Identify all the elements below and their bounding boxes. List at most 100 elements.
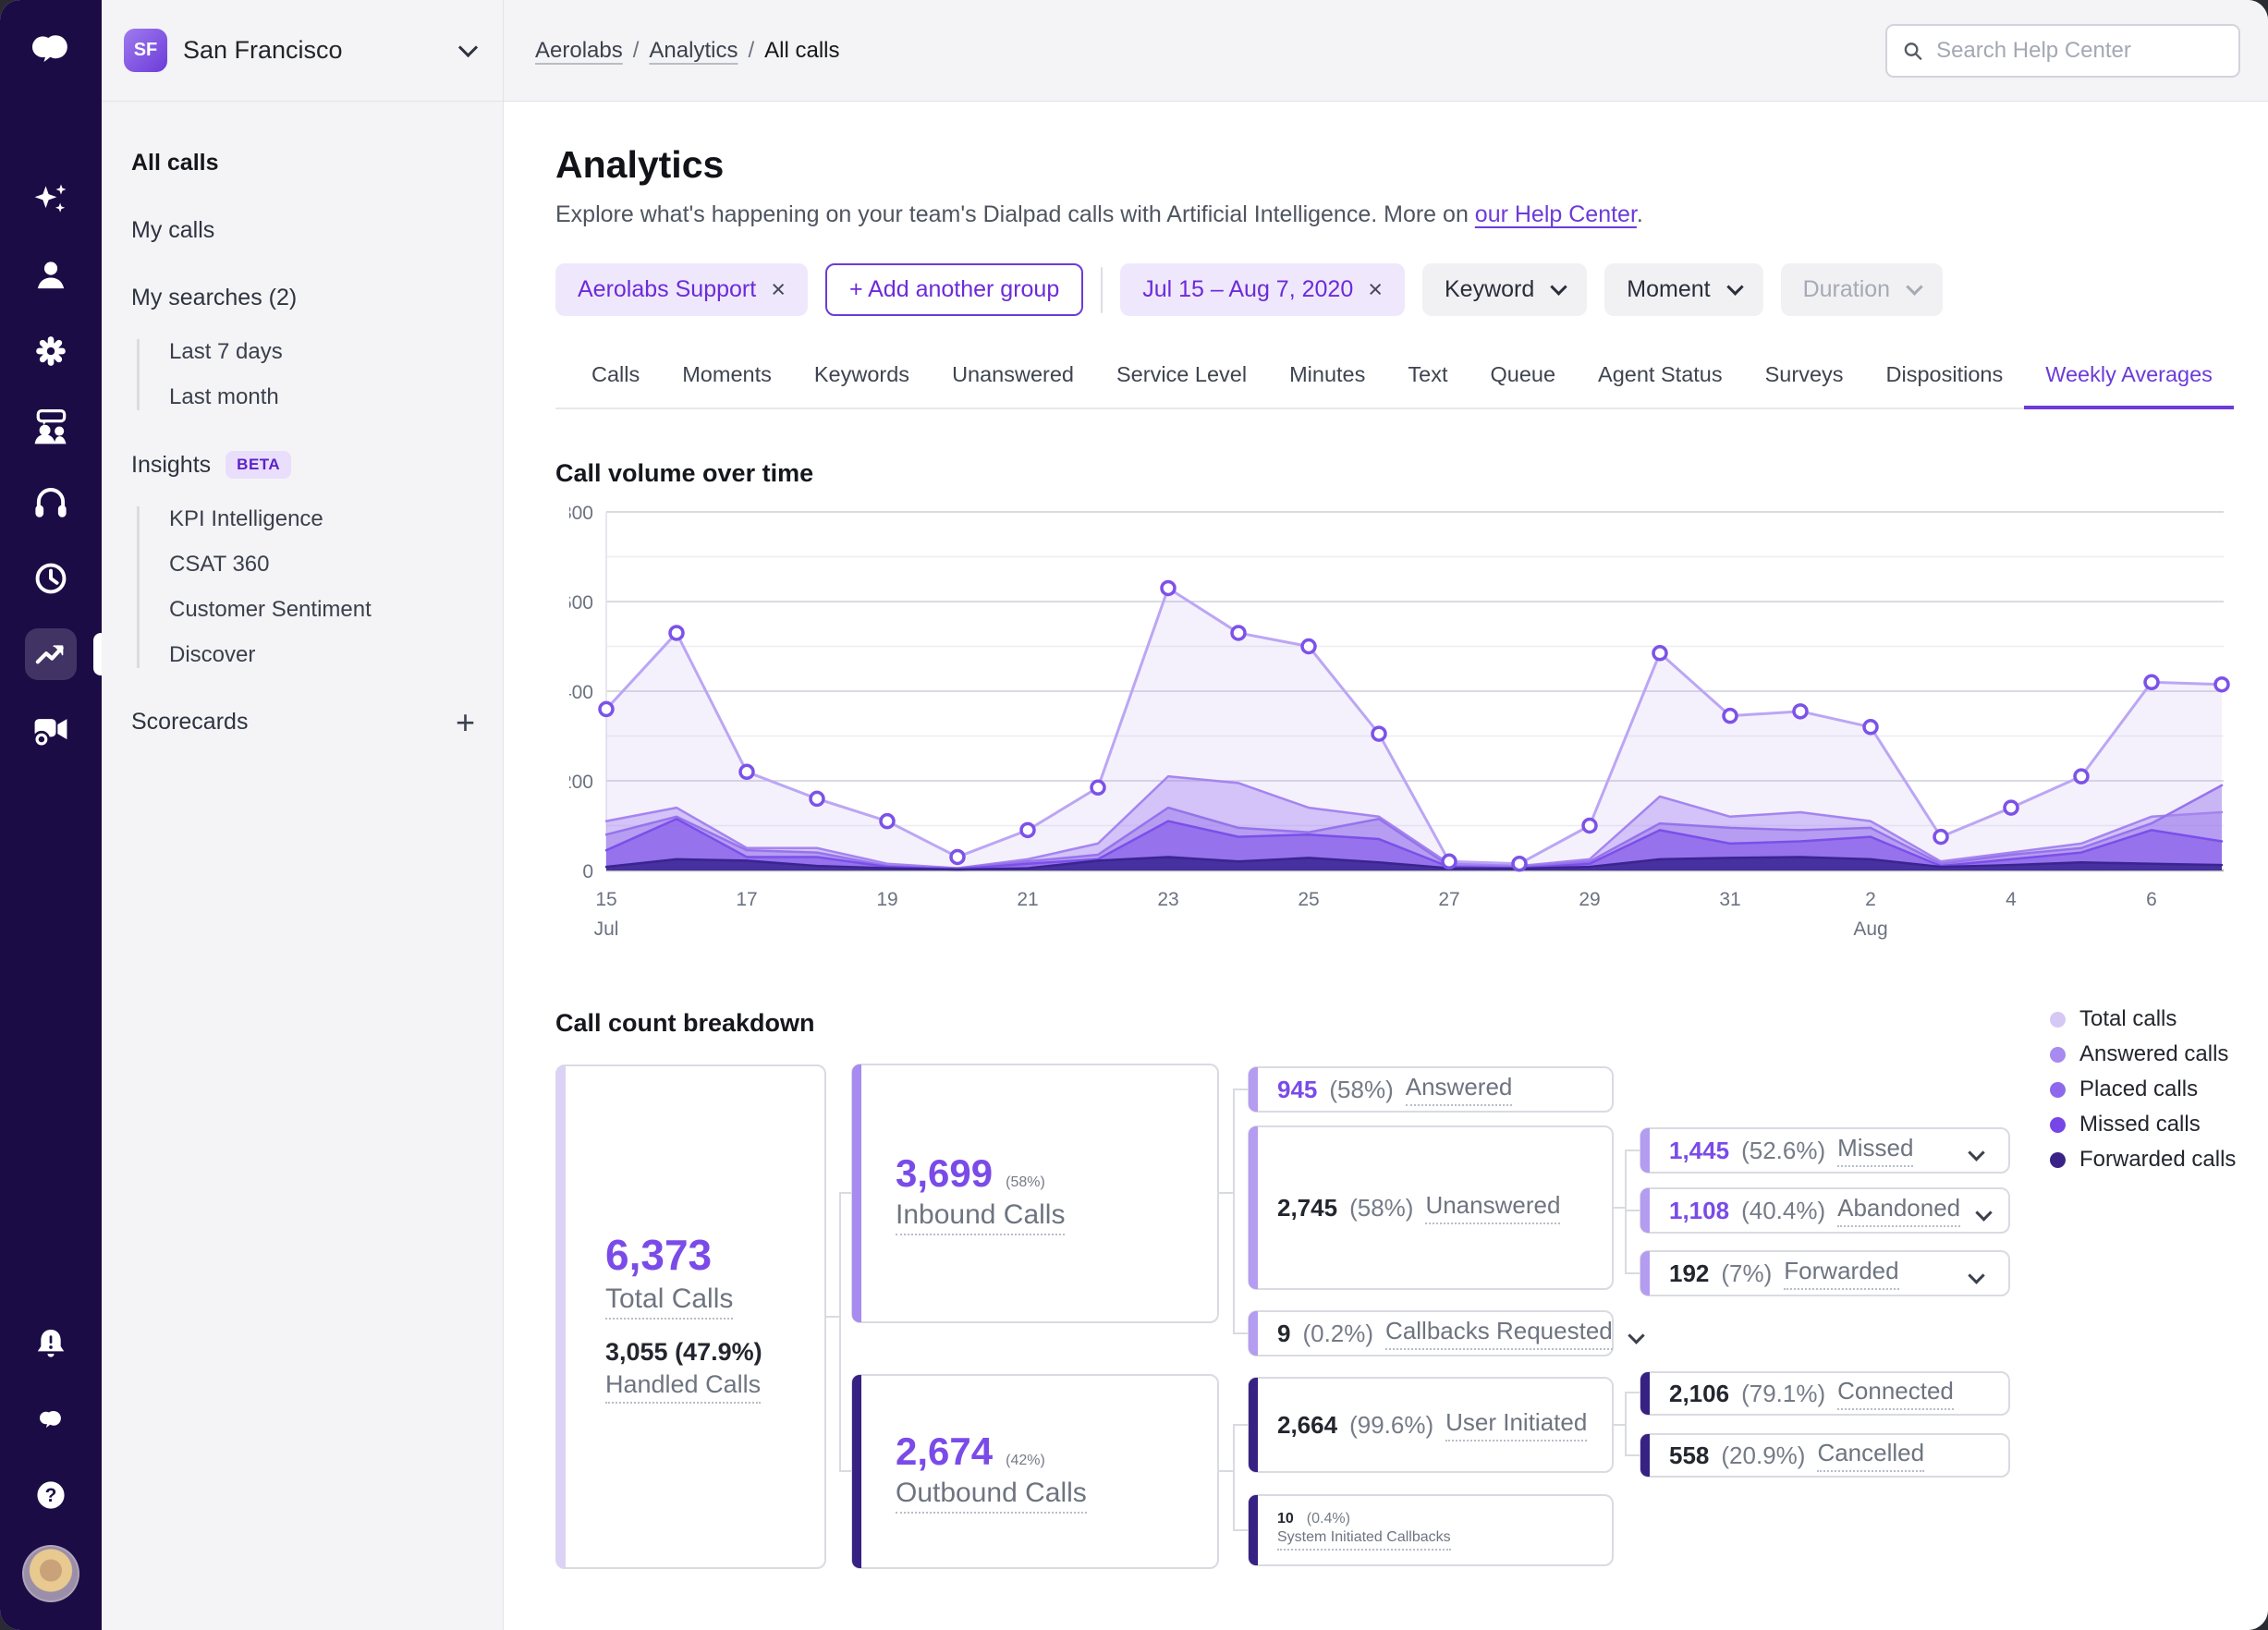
sidebar-item-my-searches-2-[interactable]: My searches (2): [131, 285, 475, 311]
coaching-icon[interactable]: [25, 401, 77, 453]
outbound-calls-box: 2,674 (42%) Outbound Calls: [851, 1374, 1219, 1569]
svg-text:?: ?: [45, 1485, 57, 1506]
connected-label: Connected: [1837, 1377, 1954, 1410]
tab-keywords[interactable]: Keywords: [793, 359, 931, 409]
workspace-switcher[interactable]: SF San Francisco: [102, 0, 503, 102]
breadcrumb-separator: /: [632, 37, 640, 63]
meetings-video-icon[interactable]: [25, 704, 77, 756]
tab-agent-status[interactable]: Agent Status: [1577, 359, 1744, 409]
call-count-breakdown: Total calls Answered calls Placed calls Mis…: [555, 1006, 2268, 1605]
answered-box: 945 (58%) Answered: [1248, 1066, 1614, 1113]
sidebar-subgroup: KPI Intelligence CSAT 360 Customer Sentime…: [137, 506, 475, 668]
tab-calls[interactable]: Calls: [570, 359, 661, 409]
svg-text:23: 23: [1157, 889, 1178, 910]
user-initiated-pct: (99.6%): [1349, 1410, 1434, 1439]
filter-chip-aerolabs-support[interactable]: Aerolabs Support ×: [555, 263, 808, 316]
connector: [1233, 1424, 1248, 1426]
unanswered-box: 2,745 (58%) Unanswered: [1248, 1125, 1614, 1290]
sidebar-item-label: My searches (2): [131, 285, 298, 310]
abandoned-expand-button[interactable]: [1972, 1191, 1995, 1231]
filter-chip-duration[interactable]: Duration: [1780, 263, 1944, 316]
connected-pct: (79.1%): [1741, 1379, 1826, 1407]
support-headset-icon[interactable]: [25, 477, 77, 529]
chip-label: + Add another group: [848, 276, 1060, 302]
sidebar-item-customer-sentiment[interactable]: Customer Sentiment: [169, 597, 475, 623]
abandoned-label: Abandoned: [1837, 1194, 1961, 1227]
sidebar-item-csat-360[interactable]: CSAT 360: [169, 552, 475, 578]
dialpad-logo-icon[interactable]: [25, 24, 77, 76]
filter-chip-jul-15-aug-7-2020[interactable]: Jul 15 – Aug 7, 2020 ×: [1120, 263, 1405, 316]
close-icon[interactable]: ×: [1368, 275, 1383, 304]
filter-divider: [1101, 266, 1104, 313]
search-input[interactable]: [1934, 36, 2224, 65]
connector: [839, 1470, 851, 1472]
tab-moments[interactable]: Moments: [661, 359, 793, 409]
help-search-box[interactable]: [1885, 23, 2240, 78]
tab-service-level[interactable]: Service Level: [1095, 359, 1268, 409]
caret-down-icon: [1906, 278, 1923, 296]
sidebar-item-last-month[interactable]: Last month: [169, 384, 475, 410]
tab-surveys[interactable]: Surveys: [1744, 359, 1865, 409]
sidebar-item-insights[interactable]: Insights BETA: [131, 451, 475, 479]
legend-dot: [2050, 1046, 2066, 1063]
breadcrumb-aerolabs[interactable]: Aerolabs: [535, 38, 623, 64]
help-icon[interactable]: ?: [25, 1469, 77, 1521]
settings-gear-icon[interactable]: [25, 325, 77, 377]
breadcrumb: Aerolabs / Analytics / All calls: [535, 38, 839, 64]
tab-text[interactable]: Text: [1386, 359, 1469, 409]
system-callbacks-pct: (0.4%): [1306, 1510, 1350, 1527]
help-center-link[interactable]: our Help Center: [1475, 201, 1637, 227]
tab-unanswered[interactable]: Unanswered: [931, 359, 1095, 409]
connector: [1625, 1392, 1640, 1393]
svg-text:17: 17: [736, 889, 757, 910]
cancelled-value: 558: [1669, 1441, 1710, 1469]
breadcrumb-analytics[interactable]: Analytics: [649, 38, 738, 64]
chevron-down-icon: [457, 37, 479, 58]
connector: [1233, 1529, 1248, 1531]
tab-queue[interactable]: Queue: [1469, 359, 1577, 409]
close-icon[interactable]: ×: [771, 275, 786, 304]
filter-chip-keyword[interactable]: Keyword: [1422, 263, 1588, 316]
tab-dispositions[interactable]: Dispositions: [1865, 359, 2025, 409]
legend-label: Forwarded calls: [2079, 1147, 2237, 1172]
sidebar-item-scorecards[interactable]: Scorecards +: [131, 705, 475, 738]
sidebar-item-discover[interactable]: Discover: [169, 642, 475, 668]
chip-label: Keyword: [1445, 276, 1535, 302]
forwarded-expand-button[interactable]: [1965, 1254, 1988, 1294]
chip-label: Jul 15 – Aug 7, 2020: [1142, 276, 1354, 302]
add-scorecard-button[interactable]: +: [456, 705, 475, 738]
page-intro: Explore what's happening on your team's …: [555, 201, 2268, 228]
rail-analytics-icon[interactable]: [25, 628, 102, 680]
callbacks-expand-button[interactable]: [1625, 1314, 1648, 1354]
ai-sparkles-icon[interactable]: [25, 174, 77, 225]
page-title: Analytics: [555, 143, 725, 186]
missed-expand-button[interactable]: [1965, 1131, 1988, 1171]
sidebar-item-all-calls[interactable]: All calls: [131, 150, 475, 176]
connector: [1233, 1424, 1235, 1531]
filter-chip-moment[interactable]: Moment: [1604, 263, 1763, 316]
tab-weekly-averages[interactable]: Weekly Averages: [2024, 359, 2234, 409]
svg-text:15: 15: [595, 889, 616, 910]
sidebar-item-kpi-intelligence[interactable]: KPI Intelligence: [169, 506, 475, 532]
history-icon[interactable]: [25, 553, 77, 604]
main-content: Analytics Explore what's happening on yo…: [505, 103, 2268, 1630]
legend-item-total-calls: Total calls: [2050, 1006, 2236, 1032]
legend-item-missed-calls: Missed calls: [2050, 1112, 2236, 1137]
filter-chip--add-another-group[interactable]: + Add another group: [824, 263, 1084, 316]
callbacks-pct: (0.2%): [1302, 1319, 1374, 1347]
abandoned-box: 1,108 (40.4%) Abandoned: [1640, 1187, 2010, 1234]
callbacks-label: Callbacks Requested: [1385, 1317, 1613, 1350]
legend-label: Placed calls: [2079, 1077, 2199, 1101]
dialpad-mini-icon[interactable]: [25, 1393, 77, 1445]
sidebar-item-my-calls[interactable]: My calls: [131, 217, 475, 244]
unanswered-pct: (58%): [1349, 1193, 1414, 1222]
user-avatar[interactable]: [22, 1545, 79, 1602]
cancelled-box: 558 (20.9%) Cancelled: [1640, 1433, 2010, 1478]
notifications-bell-icon[interactable]: [25, 1318, 77, 1369]
total-calls-label: Total Calls: [605, 1283, 734, 1320]
tab-minutes[interactable]: Minutes: [1268, 359, 1386, 409]
sidebar-item-last-7-days[interactable]: Last 7 days: [169, 339, 475, 365]
contacts-icon[interactable]: [25, 249, 77, 301]
inbound-calls-box: 3,699 (58%) Inbound Calls: [851, 1064, 1219, 1323]
workspace-name: San Francisco: [183, 36, 343, 64]
